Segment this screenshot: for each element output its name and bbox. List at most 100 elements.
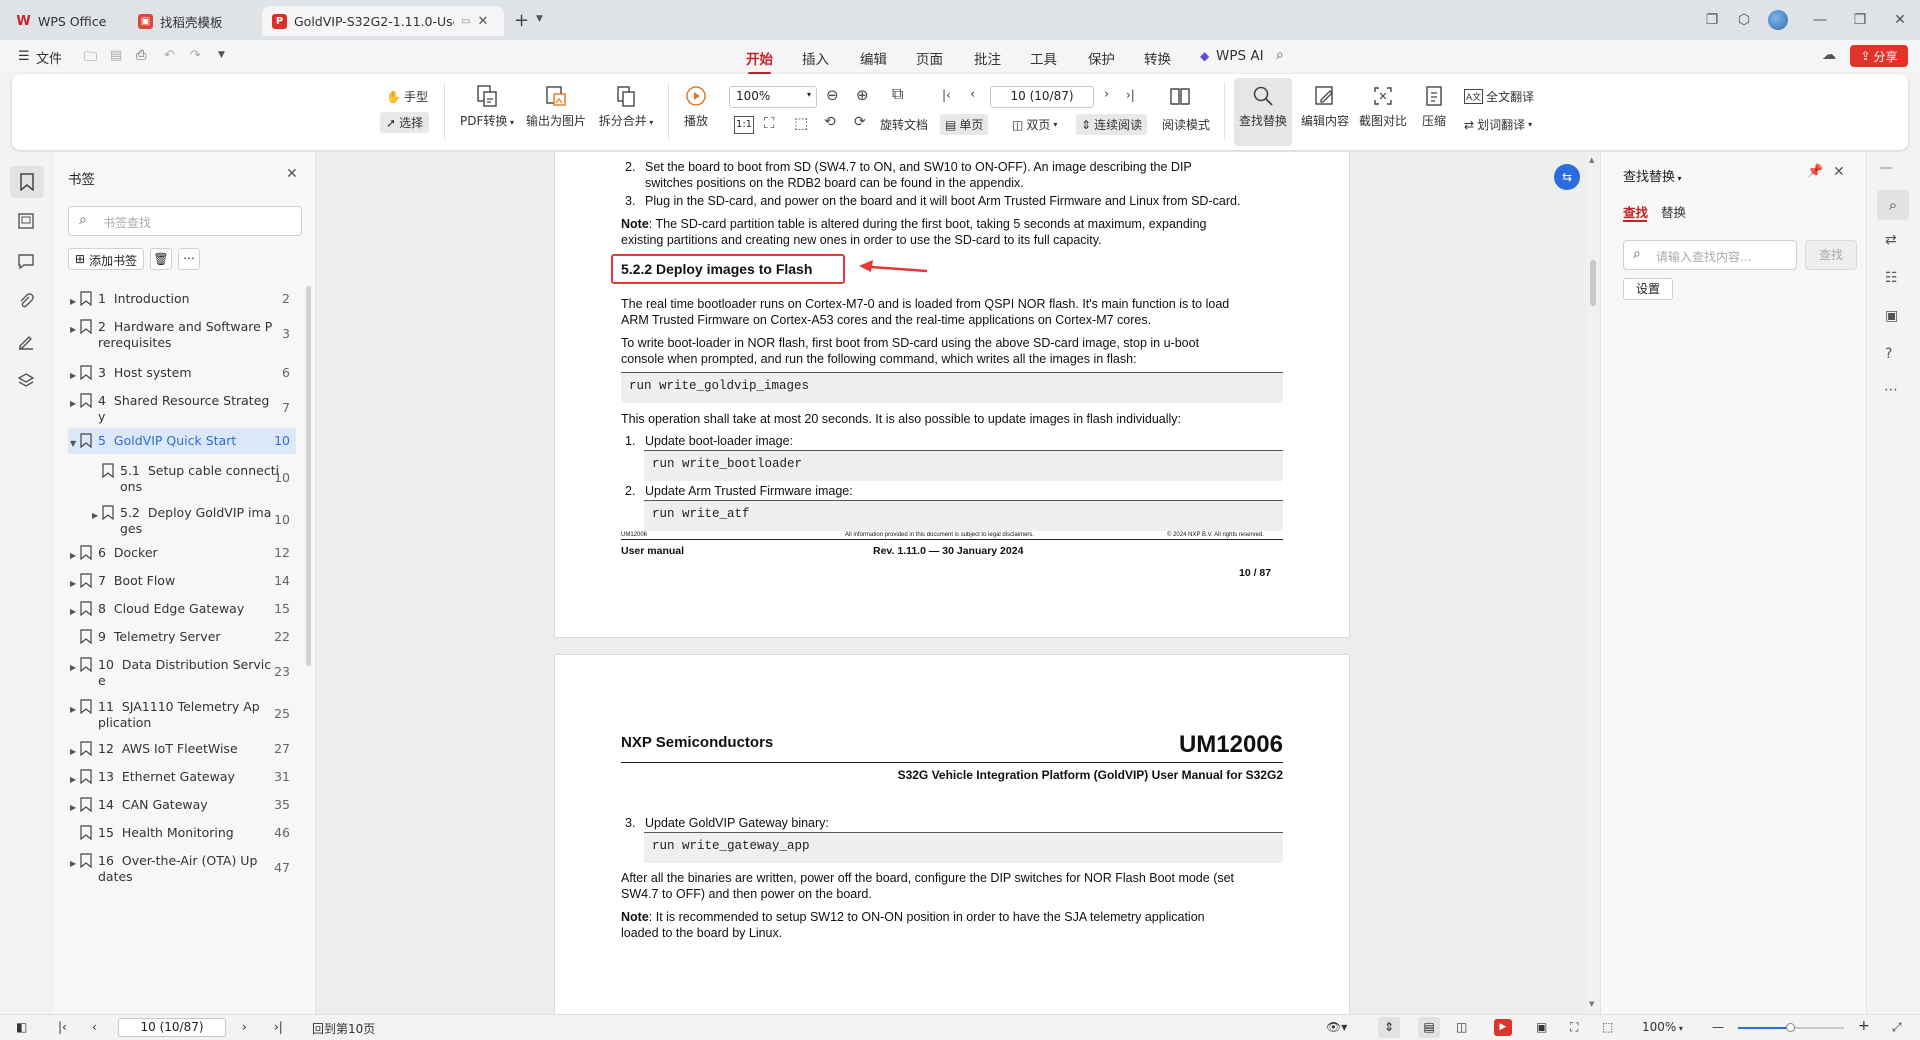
collapse-icon[interactable]: — xyxy=(1879,160,1893,176)
expand-arrow-icon[interactable]: ▶ xyxy=(70,744,76,760)
tab-convert[interactable]: 转换 xyxy=(1144,48,1171,68)
select-tool-button[interactable]: ➚ 选择 xyxy=(380,112,430,133)
more-icon[interactable]: ⋯ xyxy=(1884,382,1898,398)
print-icon[interactable]: ⎙ xyxy=(136,48,146,63)
bookmark-item[interactable]: ▶ 8 Cloud Edge Gateway 15 xyxy=(68,596,296,622)
bookmark-item[interactable]: ▶ 7 Boot Flow 14 xyxy=(68,568,296,594)
last-page-icon[interactable]: ›| xyxy=(274,1020,283,1034)
expand-arrow-icon[interactable]: ▶ xyxy=(70,396,76,412)
zoom-out-icon[interactable]: — xyxy=(1712,1020,1724,1034)
bookmark-item[interactable]: ▶ 13 Ethernet Gateway 31 xyxy=(68,764,296,790)
fullscreen-icon[interactable]: ⤢ xyxy=(1892,1020,1902,1035)
compress-button[interactable]: 压缩 xyxy=(1412,84,1456,129)
eye-icon[interactable]: 👁▾ xyxy=(1326,1020,1347,1034)
double-page-button[interactable]: ◫ 双页 ▾ xyxy=(1012,116,1057,133)
search-icon[interactable]: ⌕ xyxy=(1276,47,1284,63)
fit-page-icon[interactable]: ⛶ xyxy=(764,114,775,132)
comment-icon[interactable] xyxy=(17,252,37,272)
double-view-icon[interactable]: ◫ xyxy=(1456,1020,1467,1034)
zoom-slider-handle[interactable] xyxy=(1786,1023,1795,1032)
scroll-down-icon[interactable]: ▼ xyxy=(1589,1000,1594,1008)
page-transform-icon[interactable]: ⧉ xyxy=(892,84,903,104)
find-input[interactable]: ⌕ 请输入查找内容... xyxy=(1623,240,1797,270)
full-translate-button[interactable]: A文 全文翻译 xyxy=(1464,88,1534,105)
hamburger-icon[interactable]: ☰ xyxy=(18,49,30,64)
bookmark-item[interactable]: 9 Telemetry Server 22 xyxy=(68,624,296,650)
edit-content-button[interactable]: 编辑内容 xyxy=(1298,84,1352,129)
thumbnail-icon[interactable] xyxy=(17,212,37,232)
tab-document[interactable]: P GoldVIP-S32G2-1.11.0-User ▭ ✕ xyxy=(262,6,504,36)
scroll-up-icon[interactable]: ▲ xyxy=(1589,156,1594,164)
expand-arrow-icon[interactable]: ▶ xyxy=(70,576,76,592)
bookmark-item[interactable]: ▶ 4 Shared Resource Strateg y 7 xyxy=(68,388,296,424)
save-icon[interactable]: ▤ xyxy=(110,48,122,63)
tab-replace[interactable]: 替换 xyxy=(1661,202,1686,221)
expand-arrow-icon[interactable]: ▶ xyxy=(70,322,76,338)
tab-insert[interactable]: 插入 xyxy=(802,48,829,68)
next-page-icon[interactable]: › xyxy=(242,1020,247,1034)
actual-size-icon[interactable]: 1:1 xyxy=(734,116,754,134)
continuous-view-icon[interactable]: ⇕ xyxy=(1378,1017,1400,1038)
floating-translate-icon[interactable]: ⇆ xyxy=(1554,164,1580,190)
more-icon[interactable]: ⋯ xyxy=(178,248,200,270)
expand-arrow-icon[interactable]: ▶ xyxy=(92,508,98,524)
rotate-document-button[interactable]: 旋转文档 xyxy=(880,116,928,133)
next-page-icon[interactable]: › xyxy=(1104,87,1109,102)
zoom-in-icon[interactable]: + xyxy=(1858,1018,1870,1034)
tab-annotate[interactable]: 批注 xyxy=(974,48,1001,68)
last-page-icon[interactable]: ›| xyxy=(1126,88,1135,102)
bookmark-item[interactable]: ▶ 3 Host system 6 xyxy=(68,360,296,386)
zoom-slider[interactable] xyxy=(1738,1023,1844,1032)
prev-page-icon[interactable]: ‹ xyxy=(970,87,975,102)
bookmark-item[interactable]: ▶ 1 Introduction 2 xyxy=(68,286,296,312)
layers-icon[interactable] xyxy=(17,372,37,392)
restore-tabs-icon[interactable]: ❐ xyxy=(1704,12,1720,28)
read-view-icon[interactable]: ▣ xyxy=(1536,1020,1547,1034)
fit-width-icon[interactable]: ⬚ xyxy=(1602,1020,1613,1034)
add-bookmark-button[interactable]: ⊞ 添加书签 xyxy=(68,248,145,270)
panel-title[interactable]: 查找替换 ▾ xyxy=(1623,166,1682,185)
expand-arrow-icon[interactable]: ▶ xyxy=(70,856,76,872)
undo-icon[interactable]: ↶ xyxy=(164,48,175,63)
split-merge-button[interactable]: 拆分合并 ▾ xyxy=(594,84,658,129)
expand-arrow-icon[interactable]: ▶ xyxy=(70,702,76,718)
expand-arrow-icon[interactable]: ▶ xyxy=(70,548,76,564)
expand-arrow-icon[interactable]: ▶ xyxy=(70,660,76,676)
zoom-select[interactable]: 100% ▾ xyxy=(729,86,817,108)
rotate-right-icon[interactable]: ⟳ xyxy=(854,114,866,130)
first-page-icon[interactable]: |‹ xyxy=(942,88,951,102)
close-tab-icon[interactable]: ✕ xyxy=(477,14,488,29)
zoom-out-icon[interactable]: ⊖ xyxy=(826,86,839,104)
prev-page-icon[interactable]: ‹ xyxy=(92,1020,97,1034)
pdf-convert-button[interactable]: PDF转换 ▾ xyxy=(456,84,518,129)
bookmark-item[interactable]: ▶ 11 SJA1110 Telemetry Ap plication 25 xyxy=(68,694,296,730)
find-button[interactable]: 查找 xyxy=(1805,240,1857,270)
signature-icon[interactable] xyxy=(17,332,37,352)
bookmark-item[interactable]: ▶ 2 Hardware and Software P rerequisites 3 xyxy=(68,314,296,350)
fit-page-icon[interactable]: ⛶ xyxy=(1570,1020,1578,1035)
bookmark-item[interactable]: ▶ 6 Docker 12 xyxy=(68,540,296,566)
cloud-icon[interactable]: ☁ xyxy=(1822,47,1836,63)
share-button[interactable]: ⇪ 分享 xyxy=(1850,45,1908,67)
screenshot-compare-button[interactable]: 截图对比 xyxy=(1356,84,1410,129)
find-rail-icon[interactable]: ⌕ xyxy=(1877,190,1909,220)
expand-arrow-icon[interactable]: ▶ xyxy=(70,294,76,310)
single-view-icon[interactable]: ▤ xyxy=(1418,1017,1440,1038)
pin-icon[interactable]: 📌 xyxy=(1807,164,1823,179)
page-number-input[interactable]: 10 (10/87) xyxy=(990,86,1094,108)
word-translate-button[interactable]: ⇄ 划词翻译 ▾ xyxy=(1464,116,1532,133)
cube-icon[interactable]: ⬡ xyxy=(1736,12,1752,28)
tab-page[interactable]: 页面 xyxy=(916,48,943,68)
redo-icon[interactable]: ↷ xyxy=(190,48,201,63)
convert-icon[interactable]: ⇄ xyxy=(1885,232,1897,248)
attachment-icon[interactable] xyxy=(17,292,37,312)
bookmark-item[interactable]: ▶ 5.2 Deploy GoldVIP ima ges 10 xyxy=(68,500,296,536)
scrollbar-thumb[interactable] xyxy=(1590,260,1596,306)
zoom-level[interactable]: 100% ▾ xyxy=(1642,1020,1683,1034)
expand-arrow-icon[interactable]: ▶ xyxy=(70,604,76,620)
avatar[interactable] xyxy=(1768,10,1788,30)
file-menu[interactable]: 文件 xyxy=(36,48,62,67)
tab-wps-ai[interactable]: WPS AI xyxy=(1216,48,1264,64)
maximize-icon[interactable]: ❐ xyxy=(1852,12,1868,28)
expand-arrow-icon[interactable]: ▶ xyxy=(70,772,76,788)
